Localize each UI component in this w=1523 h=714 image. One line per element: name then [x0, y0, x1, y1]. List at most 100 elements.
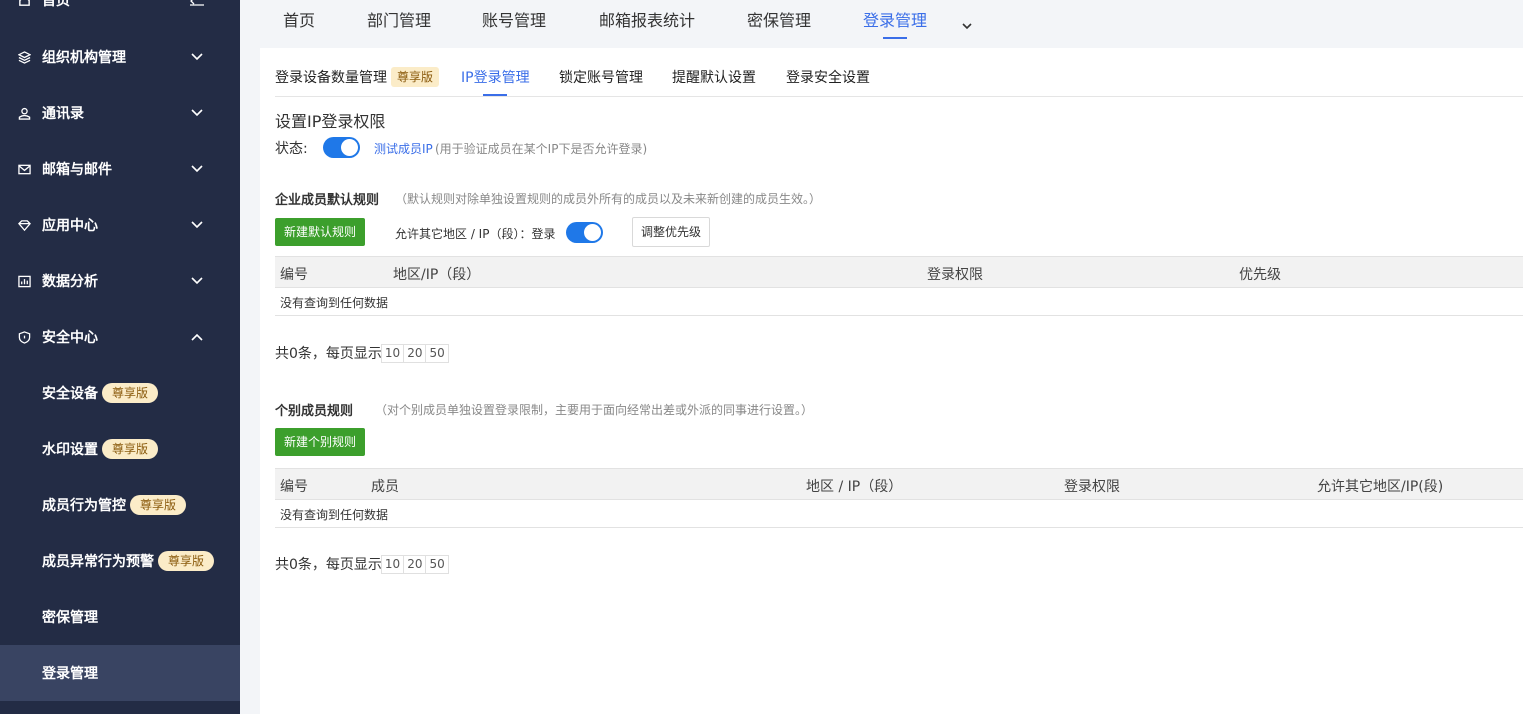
shield-icon: [17, 330, 31, 344]
ip-login-status-toggle[interactable]: [323, 137, 360, 158]
page-size-option[interactable]: 20: [403, 343, 427, 363]
default-rules-desc: （默认规则对除单独设置规则的成员外所有的成员以及未来新创建的成员生效。）: [395, 192, 822, 206]
test-member-ip-link[interactable]: 测试成员IP: [374, 140, 433, 157]
sidebar-item-apps[interactable]: 应用中心: [0, 197, 240, 253]
sidebar-sub-label: 密保管理: [42, 610, 98, 626]
column-header: 编号: [280, 479, 308, 495]
sidebar-sub-anomaly-alert[interactable]: 成员异常行为预警 尊享版: [0, 533, 240, 589]
active-subtab-underline: [483, 94, 507, 96]
column-header: 地区/IP（段）: [393, 267, 481, 283]
layers-icon: [17, 50, 31, 64]
sidebar-sub-watermark[interactable]: 水印设置 尊享版: [0, 421, 240, 477]
premium-badge: 尊享版: [130, 495, 187, 515]
mail-icon: [17, 162, 31, 176]
tab-security-questions[interactable]: 密保管理: [747, 0, 811, 44]
new-member-rule-button[interactable]: 新建个别规则: [275, 428, 366, 456]
diamond-icon: [17, 218, 31, 232]
member-rules-table-header: 编号 成员 地区 / IP（段） 登录权限 允许其它地区/IP(段): [275, 468, 1523, 500]
new-default-rule-button[interactable]: 新建默认规则: [275, 218, 366, 246]
sidebar-item-label: 首页: [42, 0, 70, 9]
member-rules-pager: 共0条，每页显示 10 20 50: [275, 554, 449, 574]
status-label: 状态:: [275, 141, 308, 157]
chevron-down-icon: [191, 165, 203, 173]
page-size-option[interactable]: 50: [425, 554, 449, 574]
main-panel: 登录设备数量管理 尊享版 IP登录管理 锁定账号管理 提醒默认设置 登录安全设置 …: [260, 48, 1523, 714]
subtab-ip-login[interactable]: IP登录管理: [461, 67, 530, 87]
sidebar-sub-security-questions[interactable]: 密保管理: [0, 589, 240, 645]
default-rules-title: 企业成员默认规则: [275, 193, 380, 208]
premium-badge: 尊享版: [102, 383, 159, 403]
sidebar-item-label: 邮箱与邮件: [42, 162, 112, 178]
premium-badge: 尊享版: [391, 67, 440, 87]
chevron-down-icon: [191, 53, 203, 61]
page-size-option[interactable]: 50: [425, 343, 449, 363]
default-rules-pager: 共0条，每页显示 10 20 50: [275, 343, 449, 363]
sidebar-item-label: 通讯录: [42, 106, 84, 122]
sidebar-item-home[interactable]: 首页: [0, 0, 240, 28]
subtab-login-security[interactable]: 登录安全设置: [786, 67, 870, 87]
column-header: 成员: [371, 479, 399, 495]
pager-summary: 共0条，每页显示: [275, 346, 382, 362]
premium-badge: 尊享版: [102, 439, 159, 459]
sidebar-item-label: 应用中心: [42, 218, 98, 234]
collapse-sidebar-icon[interactable]: [190, 0, 204, 6]
sidebar-sub-behavior-control[interactable]: 成员行为管控 尊享版: [0, 477, 240, 533]
column-header: 允许其它地区/IP(段): [1317, 479, 1444, 495]
chevron-down-icon: [191, 109, 203, 117]
sidebar-sub-label: 登录管理: [42, 666, 98, 682]
page-size-option[interactable]: 10: [380, 343, 405, 363]
home-icon: [17, 0, 31, 7]
pager-summary: 共0条，每页显示: [275, 557, 382, 573]
chevron-up-icon: [191, 333, 203, 341]
test-ip-hint: (用于验证成员在某个IP下是否允许登录): [435, 142, 648, 156]
chart-icon: [17, 274, 31, 288]
top-nav: 首页 部门管理 账号管理 邮箱报表统计 密保管理 登录管理: [240, 0, 1523, 48]
subtab-label: 登录设备数量管理: [275, 70, 387, 86]
subtab-device-count[interactable]: 登录设备数量管理 尊享版: [275, 67, 440, 87]
subtab-locked-accounts[interactable]: 锁定账号管理: [559, 67, 643, 87]
sidebar-sub-label: 成员行为管控: [42, 498, 126, 514]
sidebar-item-org[interactable]: 组织机构管理: [0, 29, 240, 85]
sidebar-sub-label: 水印设置: [42, 442, 98, 458]
section-title: 设置IP登录权限: [275, 112, 386, 131]
tab-home[interactable]: 首页: [283, 0, 315, 44]
table-row: 没有查询到任何数据: [275, 500, 1523, 528]
page-size-option[interactable]: 10: [380, 554, 405, 574]
sidebar-sub-login-management[interactable]: 登录管理: [0, 645, 240, 701]
column-header: 地区 / IP（段）: [806, 479, 903, 495]
tab-departments[interactable]: 部门管理: [367, 0, 431, 44]
sidebar-item-security[interactable]: 安全中心: [0, 309, 240, 365]
column-header: 优先级: [1239, 267, 1281, 283]
chevron-down-icon: [191, 277, 203, 285]
allow-other-ip-toggle[interactable]: [566, 222, 603, 243]
page-size-option[interactable]: 20: [403, 554, 427, 574]
subtab-reminder-defaults[interactable]: 提醒默认设置: [672, 67, 756, 87]
column-header: 登录权限: [927, 267, 983, 283]
sidebar-item-label: 安全中心: [42, 330, 98, 346]
tab-accounts[interactable]: 账号管理: [482, 0, 546, 44]
sidebar-item-contacts[interactable]: 通讯录: [0, 85, 240, 141]
empty-message: 没有查询到任何数据: [280, 296, 389, 310]
sidebar-item-mail[interactable]: 邮箱与邮件: [0, 141, 240, 197]
member-rules-title: 个别成员规则: [275, 404, 354, 419]
premium-badge: 尊享版: [158, 551, 215, 571]
allow-other-ip-label: 允许其它地区 / IP（段）：登录: [395, 227, 556, 241]
adjust-priority-button[interactable]: 调整优先级: [632, 217, 711, 247]
table-row: 没有查询到任何数据: [275, 288, 1523, 316]
tab-mail-reports[interactable]: 邮箱报表统计: [599, 0, 695, 44]
user-icon: [17, 106, 31, 120]
sidebar-item-label: 数据分析: [42, 274, 98, 290]
chevron-down-icon[interactable]: [961, 16, 973, 30]
default-rules-table-header: 编号 地区/IP（段） 登录权限 优先级: [275, 256, 1523, 288]
active-tab-underline: [883, 37, 907, 39]
sidebar-item-analytics[interactable]: 数据分析: [0, 253, 240, 309]
sub-tabs: 登录设备数量管理 尊享版 IP登录管理 锁定账号管理 提醒默认设置 登录安全设置: [275, 48, 1523, 97]
member-rules-desc: （对个别成员单独设置登录限制，主要用于面向经常出差或外派的同事进行设置。）: [375, 403, 814, 417]
sidebar-item-label: 组织机构管理: [42, 50, 126, 66]
sidebar-sub-label: 成员异常行为预警: [42, 554, 154, 570]
sidebar: 首页 组织机构管理 通讯录 邮箱与邮件 应用中心 数据分析 安全中心 安全设备 …: [0, 0, 240, 714]
column-header: 登录权限: [1064, 479, 1120, 495]
sidebar-sub-security-devices[interactable]: 安全设备 尊享版: [0, 365, 240, 421]
empty-message: 没有查询到任何数据: [280, 508, 389, 522]
column-header: 编号: [280, 267, 308, 283]
